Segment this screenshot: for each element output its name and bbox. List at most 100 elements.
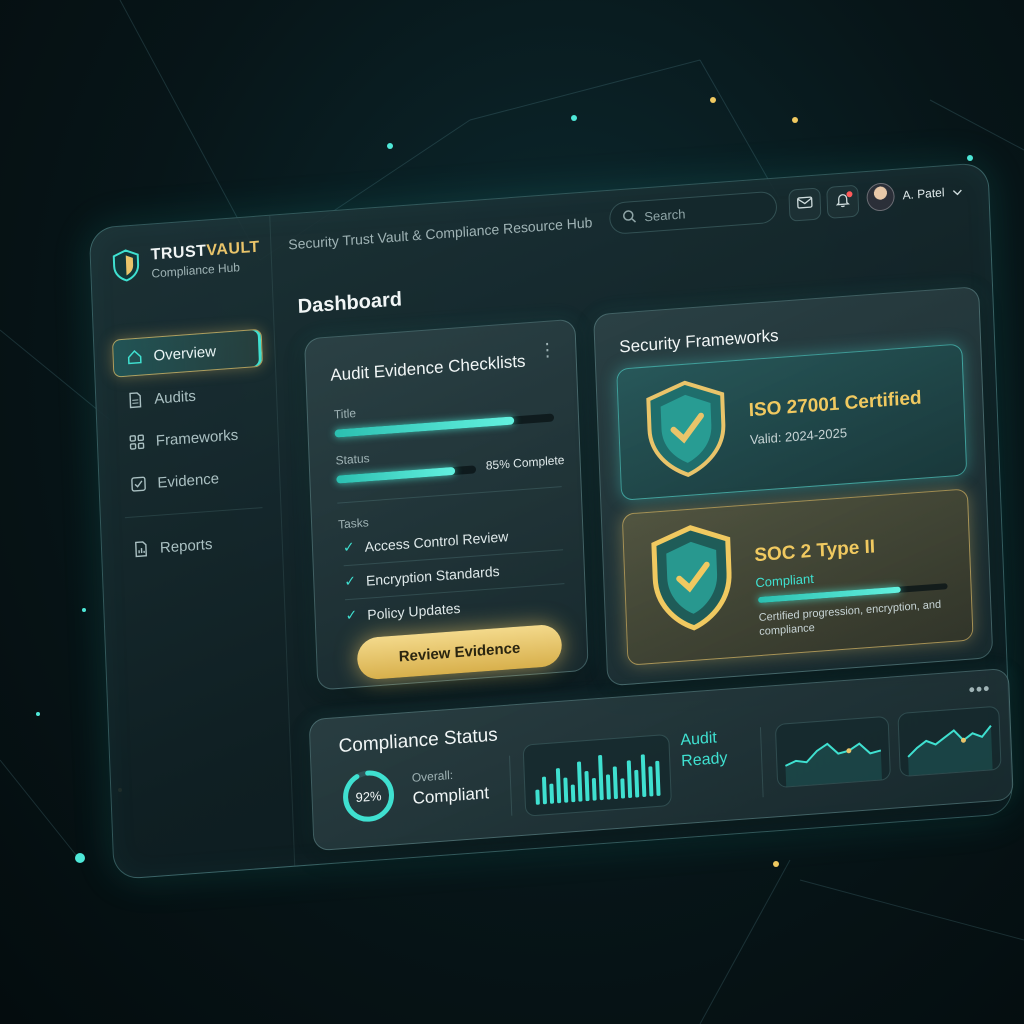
spark-bar: [605, 774, 611, 800]
sidebar-item-reports[interactable]: Reports: [119, 522, 270, 569]
spark-bar: [570, 784, 576, 803]
spark-bar: [612, 766, 618, 800]
soc2-status: Compliant: [755, 570, 815, 591]
more-options-icon[interactable]: ⋮: [538, 339, 558, 361]
sidebar-item-audits[interactable]: Audits: [114, 373, 265, 420]
page-title: Dashboard: [297, 288, 403, 318]
line-sparkline-1: [774, 715, 891, 789]
sidebar-item-label: Frameworks: [155, 426, 239, 450]
spark-bar: [648, 766, 654, 797]
spark-bar: [563, 777, 569, 803]
status-label: Status: [335, 451, 370, 468]
title-progress-bar: [334, 413, 555, 438]
compliance-status-card: Compliance Status ••• 92% Overall: Compl…: [308, 667, 1014, 852]
audit-ready-line2: Ready: [680, 749, 728, 770]
sidebar-item-evidence[interactable]: Evidence: [117, 457, 268, 504]
soc2-card[interactable]: SOC 2 Type II Compliant Certified progre…: [621, 488, 974, 666]
page-header-title: Security Trust Vault & Compliance Resour…: [288, 214, 593, 253]
sidebar-nav: Overview Audits Frameworks Evidence Repo…: [111, 328, 271, 575]
notifications-button[interactable]: [826, 184, 860, 219]
avatar: [866, 181, 896, 213]
security-frameworks-card: Security Frameworks ISO 27001 Certified …: [593, 286, 994, 687]
status-percent: 85% Complete: [485, 452, 565, 473]
overall-value: Compliant: [412, 783, 490, 808]
title-progress-fill: [334, 416, 515, 438]
audit-ready-label: Audit Ready: [680, 728, 728, 773]
compliance-ring: 92%: [340, 766, 398, 826]
divider: [759, 727, 764, 798]
spark-bar: [655, 760, 661, 796]
document-icon: [126, 390, 145, 409]
spark-bar: [549, 783, 555, 804]
overall-label: Overall:: [411, 767, 454, 785]
search-icon: [622, 208, 637, 226]
shield-check-icon: [645, 521, 739, 643]
soc2-name: SOC 2 Type II: [753, 536, 876, 567]
shield-logo-icon: [111, 247, 142, 283]
checkbox-icon: [129, 474, 148, 493]
sidebar-item-label: Overview: [153, 342, 217, 365]
sidebar-item-label: Evidence: [157, 469, 220, 492]
spark-bar: [634, 769, 640, 798]
brand-title-a: TRUST: [150, 242, 207, 264]
status-progress-bar: [336, 465, 477, 484]
spark-bar: [555, 768, 562, 804]
task-item[interactable]: ✓ Access Control Review: [343, 527, 509, 556]
mail-button[interactable]: [788, 187, 822, 222]
spark-bar: [577, 761, 583, 802]
app-window: TRUSTVAULT Compliance Hub Overview Audit…: [88, 162, 1014, 880]
audit-evidence-card: Audit Evidence Checklists ⋮ Title Status…: [303, 318, 589, 691]
audit-card-title: Audit Evidence Checklists: [330, 351, 526, 385]
line-sparkline-2: [897, 705, 1002, 778]
spark-bar: [620, 778, 626, 799]
chevron-down-icon: [952, 184, 963, 199]
soc2-progress-fill: [757, 586, 901, 604]
spark-area: [785, 743, 882, 787]
iso-name: ISO 27001 Certified: [748, 387, 922, 422]
divider: [509, 755, 513, 816]
shield-check-icon: [640, 376, 734, 488]
tasks-label: Tasks: [337, 515, 369, 532]
checkmark-icon: ✓: [345, 606, 358, 624]
compliance-ring-value: 92%: [355, 787, 382, 805]
title-label: Title: [333, 405, 357, 422]
sidebar-item-frameworks[interactable]: Frameworks: [115, 415, 266, 462]
status-progress-fill: [336, 466, 456, 484]
spark-bar: [640, 754, 647, 797]
task-label: Policy Updates: [366, 599, 461, 623]
status-card-title: Compliance Status: [338, 724, 499, 758]
task-item[interactable]: ✓ Encryption Standards: [344, 562, 500, 590]
grid-icon: [128, 432, 147, 451]
more-options-icon[interactable]: •••: [968, 678, 991, 701]
notification-dot: [846, 191, 853, 198]
sidebar-item-overview[interactable]: Overview: [111, 328, 264, 378]
sidebar-item-label: Reports: [159, 535, 213, 557]
search-placeholder: Search: [644, 205, 686, 224]
iso-27001-card[interactable]: ISO 27001 Certified Valid: 2024-2025: [616, 343, 968, 501]
home-icon: [125, 347, 144, 366]
spark-bar: [535, 789, 540, 805]
user-menu[interactable]: A. Patel: [866, 177, 963, 213]
checkmark-icon: ✓: [342, 538, 355, 556]
review-evidence-button[interactable]: Review Evidence: [356, 623, 563, 681]
spark-bar: [584, 771, 590, 802]
iso-validity: Valid: 2024-2025: [749, 425, 848, 448]
search-input[interactable]: Search: [608, 190, 778, 235]
task-label: Access Control Review: [364, 527, 509, 555]
spark-bar: [598, 754, 604, 801]
spark-bar: [542, 776, 547, 805]
sidebar-item-label: Audits: [153, 387, 197, 408]
sidebar: TRUSTVAULT Compliance Hub Overview Audit…: [89, 215, 296, 879]
brand-logo[interactable]: TRUSTVAULT Compliance Hub: [111, 239, 261, 284]
mail-icon: [797, 195, 814, 214]
checkmark-icon: ✓: [343, 572, 357, 590]
task-label: Encryption Standards: [365, 562, 500, 589]
sidebar-divider: [124, 507, 263, 519]
soc2-description: Certified progression, encryption, and c…: [758, 598, 942, 639]
spark-bar: [626, 760, 633, 798]
task-item[interactable]: ✓ Policy Updates: [345, 599, 460, 624]
divider: [337, 486, 562, 504]
brand-title-b: VAULT: [206, 238, 261, 260]
bar-sparkline: [522, 733, 672, 817]
user-name: A. Patel: [902, 185, 945, 203]
